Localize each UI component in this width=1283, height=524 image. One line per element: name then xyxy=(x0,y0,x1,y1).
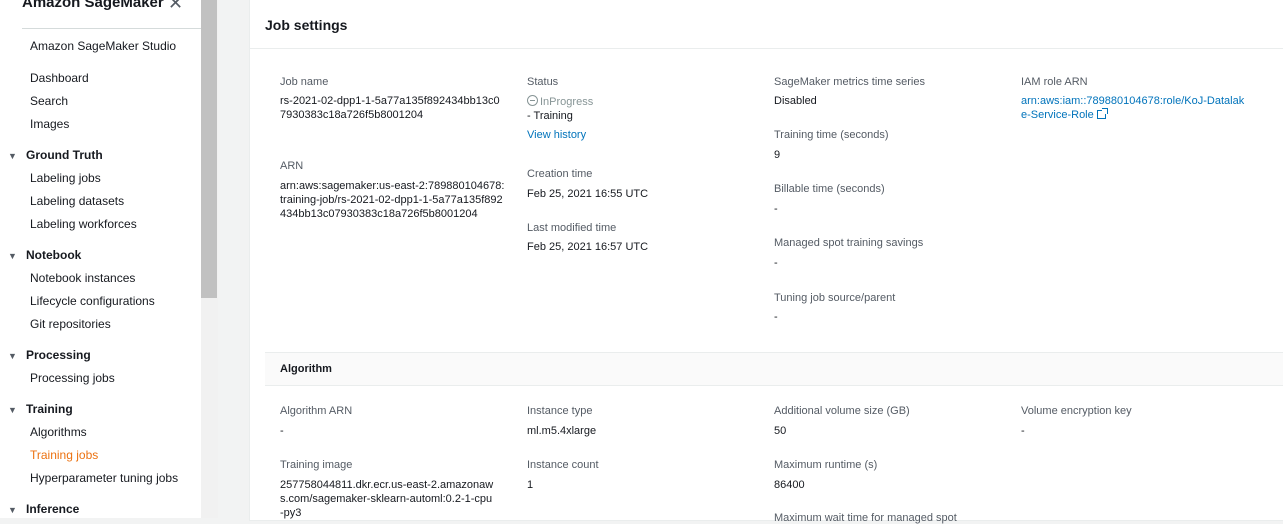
algorithm-section-header: Algorithm xyxy=(265,352,1283,386)
caret-down-icon: ▼ xyxy=(8,405,17,415)
volume-size-value: 50 xyxy=(774,425,787,437)
status-sub: - Training xyxy=(527,110,573,122)
training-image-label: Training image xyxy=(280,459,353,471)
sidebar-item-hyperparameter-tuning-jobs[interactable]: Hyperparameter tuning jobs xyxy=(30,471,178,485)
caret-down-icon: ▼ xyxy=(8,351,17,361)
billable-time-value: - xyxy=(774,203,778,215)
training-time-value: 9 xyxy=(774,149,781,161)
arn-value: arn:aws:sagemaker:us-east-2:789880104678… xyxy=(280,180,505,220)
algorithm-arn-label: Algorithm ARN xyxy=(280,405,353,417)
status-label: Status xyxy=(527,76,559,88)
volume-key-label: Volume encryption key xyxy=(1021,405,1132,417)
sidebar-item-algorithms[interactable]: Algorithms xyxy=(30,425,87,439)
job-settings-panel: Job settings Job name rs-2021-02-dpp1-1-… xyxy=(249,0,1283,524)
instance-type-value: ml.m5.4xlarge xyxy=(527,425,597,437)
panel-header: Job settings xyxy=(250,0,1283,49)
sidebar-header: Amazon SageMaker ✕ xyxy=(0,0,201,22)
volume-key-value: - xyxy=(1021,425,1025,437)
instance-count-label: Instance count xyxy=(527,459,599,471)
metrics-value: Disabled xyxy=(774,95,817,107)
sidebar-item-lifecycle-configurations[interactable]: Lifecycle configurations xyxy=(30,294,155,308)
sidebar-section-inference[interactable]: ▼ Inference xyxy=(8,502,79,516)
training-image-value: 257758044811.dkr.ecr.us-east-2.amazonaws… xyxy=(280,479,494,519)
max-wait-label: Maximum wait time for managed spot xyxy=(774,512,957,524)
close-icon[interactable]: ✕ xyxy=(168,0,183,14)
sidebar-item-studio[interactable]: Amazon SageMaker Studio xyxy=(30,39,176,53)
instance-type-label: Instance type xyxy=(527,405,593,417)
max-runtime-value: 86400 xyxy=(774,479,805,491)
sidebar-item-git-repositories[interactable]: Git repositories xyxy=(30,317,111,331)
spot-savings-value: - xyxy=(774,257,778,269)
arn-label: ARN xyxy=(280,160,304,172)
sidebar-item-search[interactable]: Search xyxy=(30,94,68,108)
instance-count-value: 1 xyxy=(527,479,534,491)
sidebar-item-notebook-instances[interactable]: Notebook instances xyxy=(30,271,135,285)
sidebar-section-ground-truth[interactable]: ▼ Ground Truth xyxy=(8,148,103,162)
volume-size-label: Additional volume size (GB) xyxy=(774,405,910,417)
algorithm-section-title: Algorithm xyxy=(280,363,332,375)
creation-time-label: Creation time xyxy=(527,168,593,180)
status-value: InProgress xyxy=(527,94,593,109)
sidebar-item-labeling-datasets[interactable]: Labeling datasets xyxy=(30,194,124,208)
caret-down-icon: ▼ xyxy=(8,505,17,515)
sidebar-section-notebook[interactable]: ▼ Notebook xyxy=(8,248,81,262)
panel-title: Job settings xyxy=(265,17,348,33)
tuning-source-label: Tuning job source/parent xyxy=(774,292,896,304)
in-progress-icon xyxy=(527,95,538,106)
creation-time-value: Feb 25, 2021 16:55 UTC xyxy=(527,188,649,200)
spot-savings-label: Managed spot training savings xyxy=(774,237,924,249)
sidebar-section-training[interactable]: ▼ Training xyxy=(8,402,73,416)
iam-role-label: IAM role ARN xyxy=(1021,76,1088,88)
sidebar-nav: Amazon SageMaker ✕ Amazon SageMaker Stud… xyxy=(0,0,201,518)
sidebar-title: Amazon SageMaker xyxy=(22,0,164,11)
last-modified-value: Feb 25, 2021 16:57 UTC xyxy=(527,241,649,253)
sidebar-item-images[interactable]: Images xyxy=(30,117,69,131)
last-modified-label: Last modified time xyxy=(527,222,617,234)
training-time-label: Training time (seconds) xyxy=(774,129,889,141)
job-name-value: rs-2021-02-dpp1-1-5a77a135f892434bb13c07… xyxy=(280,95,500,121)
external-link-icon xyxy=(1096,108,1108,119)
sidebar-section-processing[interactable]: ▼ Processing xyxy=(8,348,91,362)
sidebar-item-labeling-workforces[interactable]: Labeling workforces xyxy=(30,217,137,231)
tuning-source-value: - xyxy=(774,311,778,323)
view-history-link[interactable]: View history xyxy=(527,128,586,142)
metrics-label: SageMaker metrics time series xyxy=(774,76,925,88)
sidebar-divider xyxy=(22,28,201,29)
max-runtime-label: Maximum runtime (s) xyxy=(774,459,878,471)
job-name-label: Job name xyxy=(280,76,329,88)
sidebar-item-training-jobs[interactable]: Training jobs xyxy=(30,448,98,462)
sidebar-item-labeling-jobs[interactable]: Labeling jobs xyxy=(30,171,101,185)
sidebar-item-dashboard[interactable]: Dashboard xyxy=(30,71,89,85)
caret-down-icon: ▼ xyxy=(8,151,17,161)
caret-down-icon: ▼ xyxy=(8,251,17,261)
iam-role-link[interactable]: arn:aws:iam::789880104678:role/KoJ-Datal… xyxy=(1021,94,1246,122)
billable-time-label: Billable time (seconds) xyxy=(774,183,885,195)
sidebar-scrollbar-thumb[interactable] xyxy=(201,0,217,298)
algorithm-arn-value: - xyxy=(280,425,284,437)
sidebar-item-processing-jobs[interactable]: Processing jobs xyxy=(30,371,115,385)
